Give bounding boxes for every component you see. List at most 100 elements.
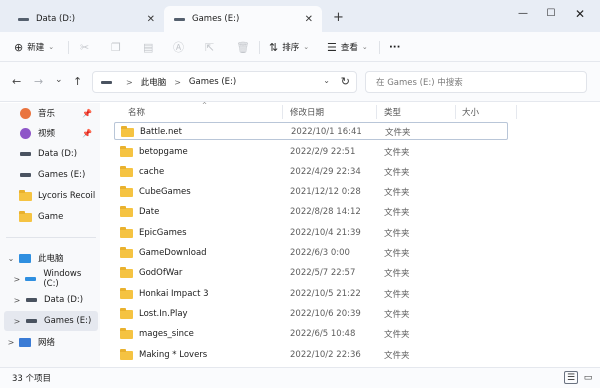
file-row[interactable]: Date 2022/8/28 14:12 文件夹 bbox=[114, 203, 508, 221]
breadcrumb-games-e[interactable]: Games (E:) bbox=[189, 77, 236, 87]
view-icon: ☰ bbox=[327, 40, 337, 54]
sidebar-item-label: Games (E:) bbox=[44, 316, 92, 326]
file-name: GodOfWar bbox=[139, 268, 183, 278]
paste-button[interactable]: ▤ bbox=[143, 38, 157, 56]
drive-icon bbox=[24, 294, 38, 306]
drive-icon bbox=[24, 315, 38, 327]
column-divider[interactable] bbox=[282, 105, 283, 119]
sidebar-item-data-d-tree[interactable]: > Data (D:) bbox=[4, 290, 98, 310]
breadcrumb-separator: > bbox=[126, 77, 133, 87]
file-row[interactable]: CubeGames 2021/12/12 0:28 文件夹 bbox=[114, 183, 508, 201]
file-row[interactable]: GameDownload 2022/6/3 0:00 文件夹 bbox=[114, 244, 508, 262]
cut-button[interactable]: ✂ bbox=[80, 38, 93, 56]
up-button[interactable]: ↑ bbox=[73, 75, 82, 88]
scissors-icon: ✂ bbox=[80, 40, 90, 54]
sidebar-item-this-pc[interactable]: ⌄ 此电脑 bbox=[4, 248, 98, 268]
share-button[interactable]: ⇱ bbox=[205, 38, 218, 56]
command-bar: ⊕ 新建 ⌄ ✂ ❐ ▤ Ⓐ ⇱ 🗑 ⇅ 排序 ⌄ ☰ 查看 ⌄ ··· bbox=[0, 32, 600, 62]
delete-button[interactable]: 🗑 bbox=[236, 38, 254, 56]
sidebar-item-label: 此电脑 bbox=[38, 254, 64, 264]
column-header-size[interactable]: 大小 bbox=[462, 103, 479, 121]
minimize-button[interactable]: — bbox=[509, 6, 537, 22]
sidebar-item-windows-c[interactable]: > Windows (C:) bbox=[4, 269, 98, 289]
maximize-button[interactable]: ☐ bbox=[537, 6, 565, 22]
expand-chevron-icon[interactable]: > bbox=[10, 275, 24, 284]
status-bar: 33 个项目 ☰ ▭ bbox=[0, 367, 600, 388]
details-view-button[interactable]: ☰ bbox=[564, 371, 578, 384]
sidebar-item-games-e[interactable]: Games (E:) bbox=[4, 165, 98, 185]
file-name: Lost.In.Play bbox=[139, 309, 188, 319]
address-bar[interactable]: > 此电脑 > Games (E:) ⌄ ↻ bbox=[92, 71, 357, 93]
file-type: 文件夹 bbox=[384, 351, 410, 361]
sidebar-item-games-e-tree[interactable]: > Games (E:) bbox=[4, 311, 98, 331]
folder-icon bbox=[120, 287, 133, 299]
expand-chevron-icon[interactable]: ⌄ bbox=[4, 254, 18, 263]
sidebar-item-game[interactable]: Game bbox=[4, 207, 98, 227]
sidebar-item-videos[interactable]: 视频 📌 bbox=[4, 123, 98, 143]
pin-icon: 📌 bbox=[82, 108, 92, 118]
folder-icon bbox=[120, 205, 133, 217]
file-date: 2022/10/4 21:39 bbox=[290, 228, 361, 238]
close-tab-icon[interactable]: ✕ bbox=[305, 14, 313, 25]
file-date: 2022/2/9 22:51 bbox=[290, 147, 356, 157]
file-row[interactable]: Honkai Impact 3 2022/10/5 21:22 文件夹 bbox=[114, 285, 508, 303]
sidebar-item-lycoris-recoil[interactable]: Lycoris Recoil bbox=[4, 186, 98, 206]
file-date: 2022/6/5 10:48 bbox=[290, 329, 356, 339]
folder-icon bbox=[120, 185, 133, 197]
file-name: CubeGames bbox=[139, 187, 191, 197]
file-row[interactable]: EpicGames 2022/10/4 21:39 文件夹 bbox=[114, 224, 508, 242]
file-row[interactable]: Lost.In.Play 2022/10/6 20:39 文件夹 bbox=[114, 305, 508, 323]
refresh-button[interactable]: ↻ bbox=[341, 75, 350, 88]
file-row[interactable]: Making * Lovers 2022/10/2 22:36 文件夹 bbox=[114, 346, 508, 364]
expand-chevron-icon[interactable]: > bbox=[10, 296, 24, 305]
sort-button[interactable]: ⇅ 排序 ⌄ bbox=[269, 38, 309, 56]
column-header-name[interactable]: 名称 bbox=[128, 103, 145, 121]
file-row[interactable]: Battle.net 2022/10/1 16:41 文件夹 bbox=[114, 122, 508, 140]
sidebar-item-data-d[interactable]: Data (D:) bbox=[4, 144, 98, 164]
new-button[interactable]: ⊕ 新建 ⌄ bbox=[14, 38, 54, 56]
expand-chevron-icon[interactable]: > bbox=[10, 317, 24, 326]
breadcrumb-separator: > bbox=[174, 77, 181, 87]
rename-button[interactable]: Ⓐ bbox=[173, 38, 188, 56]
folder-icon bbox=[120, 348, 133, 360]
file-row[interactable]: GodOfWar 2022/5/7 22:57 文件夹 bbox=[114, 264, 508, 282]
file-name: GameDownload bbox=[139, 248, 207, 258]
sidebar-item-network[interactable]: > 网络 bbox=[4, 332, 98, 352]
file-row[interactable]: mages_since 2022/6/5 10:48 文件夹 bbox=[114, 325, 508, 343]
sidebar-item-label: Game bbox=[38, 212, 64, 222]
address-dropdown-icon[interactable]: ⌄ bbox=[323, 76, 330, 85]
sort-ascending-icon: ^ bbox=[202, 102, 208, 109]
view-label: 查看 bbox=[340, 43, 358, 53]
column-divider[interactable] bbox=[455, 105, 456, 119]
breadcrumb-this-pc[interactable]: 此电脑 bbox=[141, 76, 167, 88]
forward-button[interactable]: → bbox=[34, 75, 43, 88]
tab-games-e[interactable]: Games (E:) ✕ bbox=[164, 6, 322, 32]
file-row[interactable]: cache 2022/4/29 22:34 文件夹 bbox=[114, 163, 508, 181]
tab-label: Data (D:) bbox=[36, 14, 76, 24]
new-tab-button[interactable]: + bbox=[333, 11, 344, 24]
file-type: 文件夹 bbox=[384, 310, 410, 320]
column-divider[interactable] bbox=[376, 105, 377, 119]
tab-data-d[interactable]: Data (D:) ✕ bbox=[8, 6, 164, 32]
sidebar-item-music[interactable]: 音乐 📌 bbox=[4, 103, 98, 123]
column-header-date[interactable]: 修改日期 bbox=[290, 103, 324, 121]
recent-locations-button[interactable]: ⌄ bbox=[55, 75, 63, 85]
column-header-type[interactable]: 类型 bbox=[384, 103, 401, 121]
view-button[interactable]: ☰ 查看 ⌄ bbox=[327, 38, 368, 56]
folder-icon bbox=[120, 266, 133, 278]
clipboard-icon: ▤ bbox=[143, 40, 154, 54]
file-type: 文件夹 bbox=[384, 148, 410, 158]
folder-icon bbox=[120, 226, 133, 238]
tiles-view-button[interactable]: ▭ bbox=[581, 371, 595, 384]
expand-chevron-icon[interactable]: > bbox=[4, 338, 18, 347]
more-options-button[interactable]: ··· bbox=[389, 38, 400, 56]
back-button[interactable]: ← bbox=[12, 75, 21, 88]
search-input[interactable]: 在 Games (E:) 中搜索 bbox=[365, 71, 587, 93]
tab-strip: Data (D:) ✕ Games (E:) ✕ + — ☐ ✕ bbox=[0, 0, 600, 32]
file-row[interactable]: betopgame 2022/2/9 22:51 文件夹 bbox=[114, 143, 508, 161]
copy-button[interactable]: ❐ bbox=[111, 38, 125, 56]
close-tab-icon[interactable]: ✕ bbox=[147, 14, 155, 25]
close-window-button[interactable]: ✕ bbox=[566, 6, 594, 22]
file-type: 文件夹 bbox=[384, 330, 410, 340]
column-divider[interactable] bbox=[516, 105, 517, 119]
